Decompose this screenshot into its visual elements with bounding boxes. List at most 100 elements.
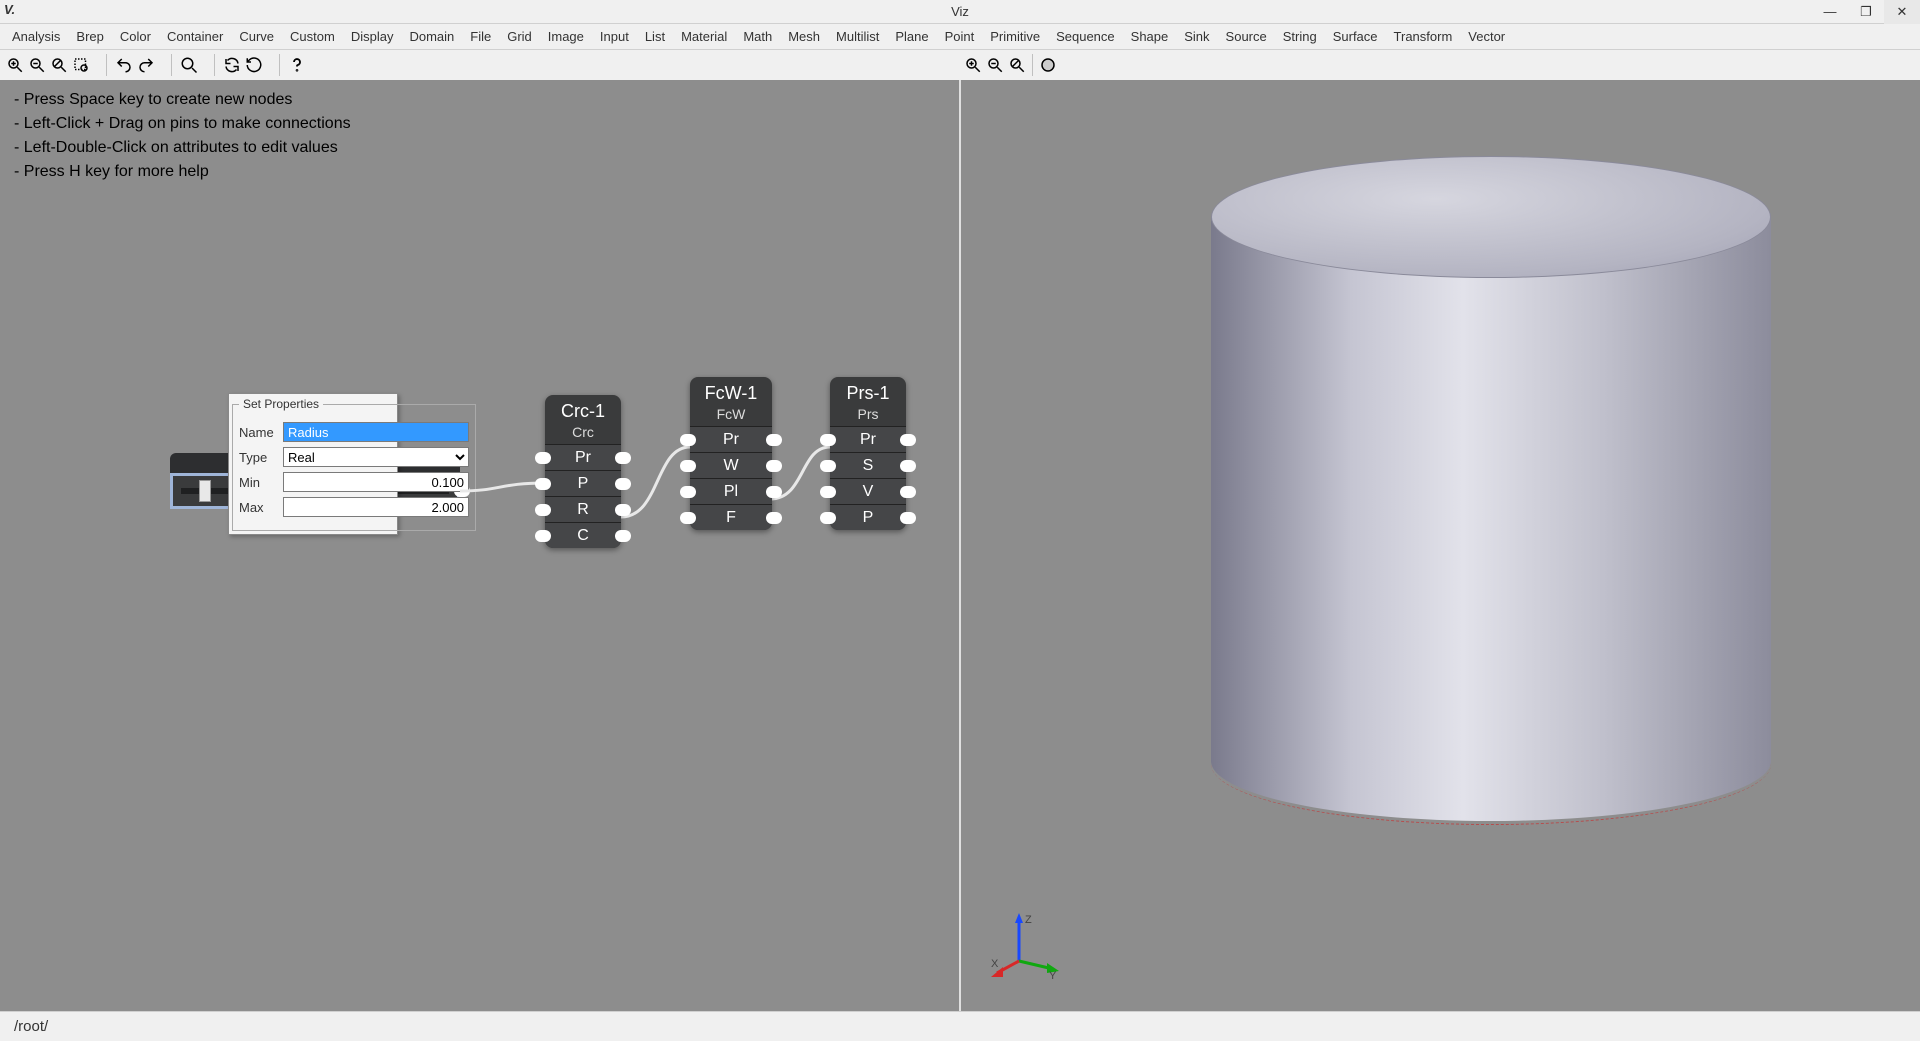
input-pin[interactable] (535, 452, 551, 464)
help-icon[interactable] (286, 54, 308, 76)
menu-primitive[interactable]: Primitive (982, 26, 1048, 47)
output-pin[interactable] (766, 486, 782, 498)
menu-image[interactable]: Image (540, 26, 592, 47)
input-pin[interactable] (820, 486, 836, 498)
node-fcw[interactable]: FcW-1 FcW Pr W Pl F (690, 377, 772, 530)
menu-domain[interactable]: Domain (401, 26, 462, 47)
render-view[interactable] (961, 80, 1920, 1011)
input-pin[interactable] (820, 460, 836, 472)
refresh-icon[interactable] (221, 54, 243, 76)
port-c[interactable]: C (545, 522, 621, 548)
minimize-button[interactable]: — (1812, 0, 1848, 24)
menu-material[interactable]: Material (673, 26, 735, 47)
svg-text:Y: Y (1049, 970, 1057, 981)
menu-curve[interactable]: Curve (231, 26, 282, 47)
port-p[interactable]: P (545, 470, 621, 496)
port-f[interactable]: F (690, 504, 772, 530)
menu-surface[interactable]: Surface (1325, 26, 1386, 47)
menu-transform[interactable]: Transform (1386, 26, 1461, 47)
undo-icon[interactable] (113, 54, 135, 76)
menu-input[interactable]: Input (592, 26, 637, 47)
menu-custom[interactable]: Custom (282, 26, 343, 47)
output-pin[interactable] (900, 512, 916, 524)
port-pl[interactable]: Pl (690, 478, 772, 504)
menu-string[interactable]: String (1275, 26, 1325, 47)
input-pin[interactable] (680, 460, 696, 472)
max-label: Max (239, 500, 277, 515)
menu-brep[interactable]: Brep (68, 26, 111, 47)
menu-display[interactable]: Display (343, 26, 402, 47)
max-field[interactable] (283, 497, 469, 517)
zoom-fit-icon[interactable] (48, 54, 70, 76)
output-pin[interactable] (615, 530, 631, 542)
output-pin[interactable] (766, 434, 782, 446)
menu-vector[interactable]: Vector (1460, 26, 1513, 47)
search-icon[interactable] (178, 54, 200, 76)
zoom-selection-icon[interactable] (70, 54, 92, 76)
menu-source[interactable]: Source (1218, 26, 1275, 47)
port-s[interactable]: S (830, 452, 906, 478)
menu-file[interactable]: File (462, 26, 499, 47)
type-select[interactable]: Real (283, 447, 469, 467)
node-prs[interactable]: Prs-1 Prs Pr S V P (830, 377, 906, 530)
menu-grid[interactable]: Grid (499, 26, 540, 47)
maximize-button[interactable]: ❐ (1848, 0, 1884, 24)
shade-mode-icon[interactable] (1037, 54, 1059, 76)
port-w[interactable]: W (690, 452, 772, 478)
menu-math[interactable]: Math (735, 26, 780, 47)
port-v[interactable]: V (830, 478, 906, 504)
input-pin[interactable] (820, 434, 836, 446)
menu-mesh[interactable]: Mesh (780, 26, 828, 47)
output-pin[interactable] (900, 434, 916, 446)
right-zoom-fit-icon[interactable] (1006, 54, 1028, 76)
menu-point[interactable]: Point (937, 26, 983, 47)
port-r[interactable]: R (545, 496, 621, 522)
right-zoom-in-icon[interactable] (962, 54, 984, 76)
menu-plane[interactable]: Plane (887, 26, 936, 47)
node-title: Crc-1 (545, 395, 621, 424)
min-field[interactable] (283, 472, 469, 492)
set-properties-popup[interactable]: Set Properties Name Type Real Min Max (228, 393, 398, 535)
rebuild-icon[interactable] (243, 54, 265, 76)
node-crc[interactable]: Crc-1 Crc Pr P R C (545, 395, 621, 548)
menu-analysis[interactable]: Analysis (4, 26, 68, 47)
input-pin[interactable] (680, 434, 696, 446)
name-label: Name (239, 425, 277, 440)
input-pin[interactable] (535, 504, 551, 516)
node-graph-panel[interactable]: - Press Space key to create new nodes - … (0, 80, 961, 1011)
axis-gizmo[interactable]: Z Y X (991, 911, 1061, 981)
input-pin[interactable] (820, 512, 836, 524)
window-controls: — ❐ ✕ (1812, 0, 1920, 24)
output-pin[interactable] (900, 460, 916, 472)
slider-thumb[interactable] (199, 480, 211, 502)
input-pin[interactable] (680, 486, 696, 498)
close-button[interactable]: ✕ (1884, 0, 1920, 24)
input-pin[interactable] (535, 530, 551, 542)
right-zoom-out-icon[interactable] (984, 54, 1006, 76)
port-pr[interactable]: Pr (690, 426, 772, 452)
name-field[interactable] (283, 422, 469, 442)
port-pr[interactable]: Pr (830, 426, 906, 452)
output-pin[interactable] (615, 504, 631, 516)
app-icon: V. (4, 2, 24, 22)
output-pin[interactable] (766, 512, 782, 524)
output-pin[interactable] (900, 486, 916, 498)
port-p[interactable]: P (830, 504, 906, 530)
port-pr[interactable]: Pr (545, 444, 621, 470)
zoom-in-icon[interactable] (4, 54, 26, 76)
menu-color[interactable]: Color (112, 26, 159, 47)
output-pin[interactable] (615, 478, 631, 490)
output-pin[interactable] (615, 452, 631, 464)
menu-container[interactable]: Container (159, 26, 231, 47)
menu-sequence[interactable]: Sequence (1048, 26, 1123, 47)
input-pin[interactable] (680, 512, 696, 524)
output-pin[interactable] (766, 460, 782, 472)
menu-shape[interactable]: Shape (1123, 26, 1177, 47)
menu-sink[interactable]: Sink (1176, 26, 1217, 47)
viewport-3d[interactable]: Z Y X (961, 80, 1920, 1011)
menu-list[interactable]: List (637, 26, 673, 47)
input-pin[interactable] (535, 478, 551, 490)
redo-icon[interactable] (135, 54, 157, 76)
zoom-out-icon[interactable] (26, 54, 48, 76)
menu-multilist[interactable]: Multilist (828, 26, 887, 47)
